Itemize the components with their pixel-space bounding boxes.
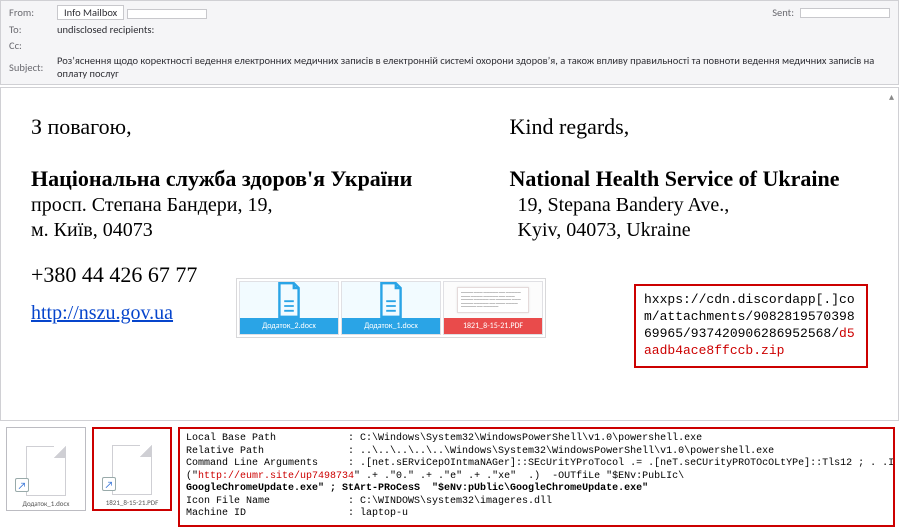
pdf-preview-icon: ▬▬▬▬ ▬▬▬ ▬▬▬▬▬ ▬▬ ▬▬▬▬▬ ▬▬▬ ▬▬▬▬ ▬▬▬▬▬ ▬…: [444, 282, 542, 318]
salutation-uk: З повагою,: [31, 114, 430, 140]
attachment-tile[interactable]: Додаток_1.docx: [341, 281, 441, 335]
subject-value: Роз’яснення щодо коректності ведення еле…: [57, 54, 890, 80]
email-body-wrap: ▴ З повагою, Національна служба здоров'я…: [0, 87, 899, 421]
org-uk: Національна служба здоров'я України: [31, 166, 430, 192]
email-body: З повагою, Національна служба здоров'я У…: [7, 94, 892, 414]
file-thumbnail[interactable]: ↗ Додаток_1.docx: [6, 427, 86, 511]
file-thumbnail-highlighted[interactable]: ↗ 1821_8-15-21.PDF: [92, 427, 172, 511]
sent-redacted: [800, 8, 890, 18]
attachment-strip: Додаток_2.docx Додаток_1.docx ▬▬▬▬ ▬▬▬ ▬…: [236, 278, 546, 338]
docx-preview-icon: [342, 282, 440, 318]
from-name: Info Mailbox: [57, 5, 124, 20]
document-icon: [26, 446, 66, 496]
addr2-uk: м. Київ, 04073: [31, 219, 430, 242]
from-label: From:: [9, 6, 57, 19]
file-label: 1821_8-15-21.PDF: [106, 498, 159, 507]
malicious-url-callout: hxxps://cdn.discordapp[.]com/attachments…: [634, 284, 868, 368]
attachment-tile[interactable]: ▬▬▬▬ ▬▬▬ ▬▬▬▬▬ ▬▬ ▬▬▬▬▬ ▬▬▬ ▬▬▬▬ ▬▬▬▬▬ ▬…: [443, 281, 543, 335]
extracted-files-row: ↗ Додаток_1.docx ↗ 1821_8-15-21.PDF Loca…: [0, 421, 899, 529]
attachment-label: Додаток_1.docx: [342, 318, 440, 334]
from-value: Info Mailbox: [57, 5, 772, 20]
cc-label: Cc:: [9, 39, 57, 52]
attachment-label: Додаток_2.docx: [240, 318, 338, 334]
org-en: National Health Service of Ukraine: [470, 166, 869, 192]
docx-preview-icon: [240, 282, 338, 318]
shortcut-arrow-icon: ↗: [102, 477, 116, 491]
subject-label: Subject:: [9, 61, 57, 74]
document-icon: [112, 445, 152, 495]
salutation-en: Kind regards,: [470, 114, 869, 140]
shortcut-arrow-icon: ↗: [15, 478, 29, 492]
sent-label: Sent:: [772, 6, 794, 19]
to-label: To:: [9, 23, 57, 36]
addr2-en: Kyiv, 04073, Ukraine: [470, 219, 869, 242]
attachment-label: 1821_8-15-21.PDF: [444, 318, 542, 334]
to-value: undisclosed recipients:: [57, 23, 890, 36]
addr1-en: 19, Stepana Bandery Ave.,: [470, 194, 869, 217]
url-prefix: hxxps://cdn.discordapp[.]com/attachments…: [644, 292, 855, 341]
lnk-details-box: Local Base Path : C:\Windows\System32\Wi…: [178, 427, 895, 527]
from-redacted: [127, 9, 207, 19]
payload-url: http://eumr.site/up7498734: [198, 471, 354, 482]
website-link[interactable]: http://nszu.gov.ua: [31, 302, 173, 325]
email-header: From: Info Mailbox Sent: To: undisclosed…: [0, 0, 899, 85]
addr1-uk: просп. Степана Бандери, 19,: [31, 194, 430, 217]
attachment-tile[interactable]: Додаток_2.docx: [239, 281, 339, 335]
sent-block: Sent:: [772, 6, 890, 19]
